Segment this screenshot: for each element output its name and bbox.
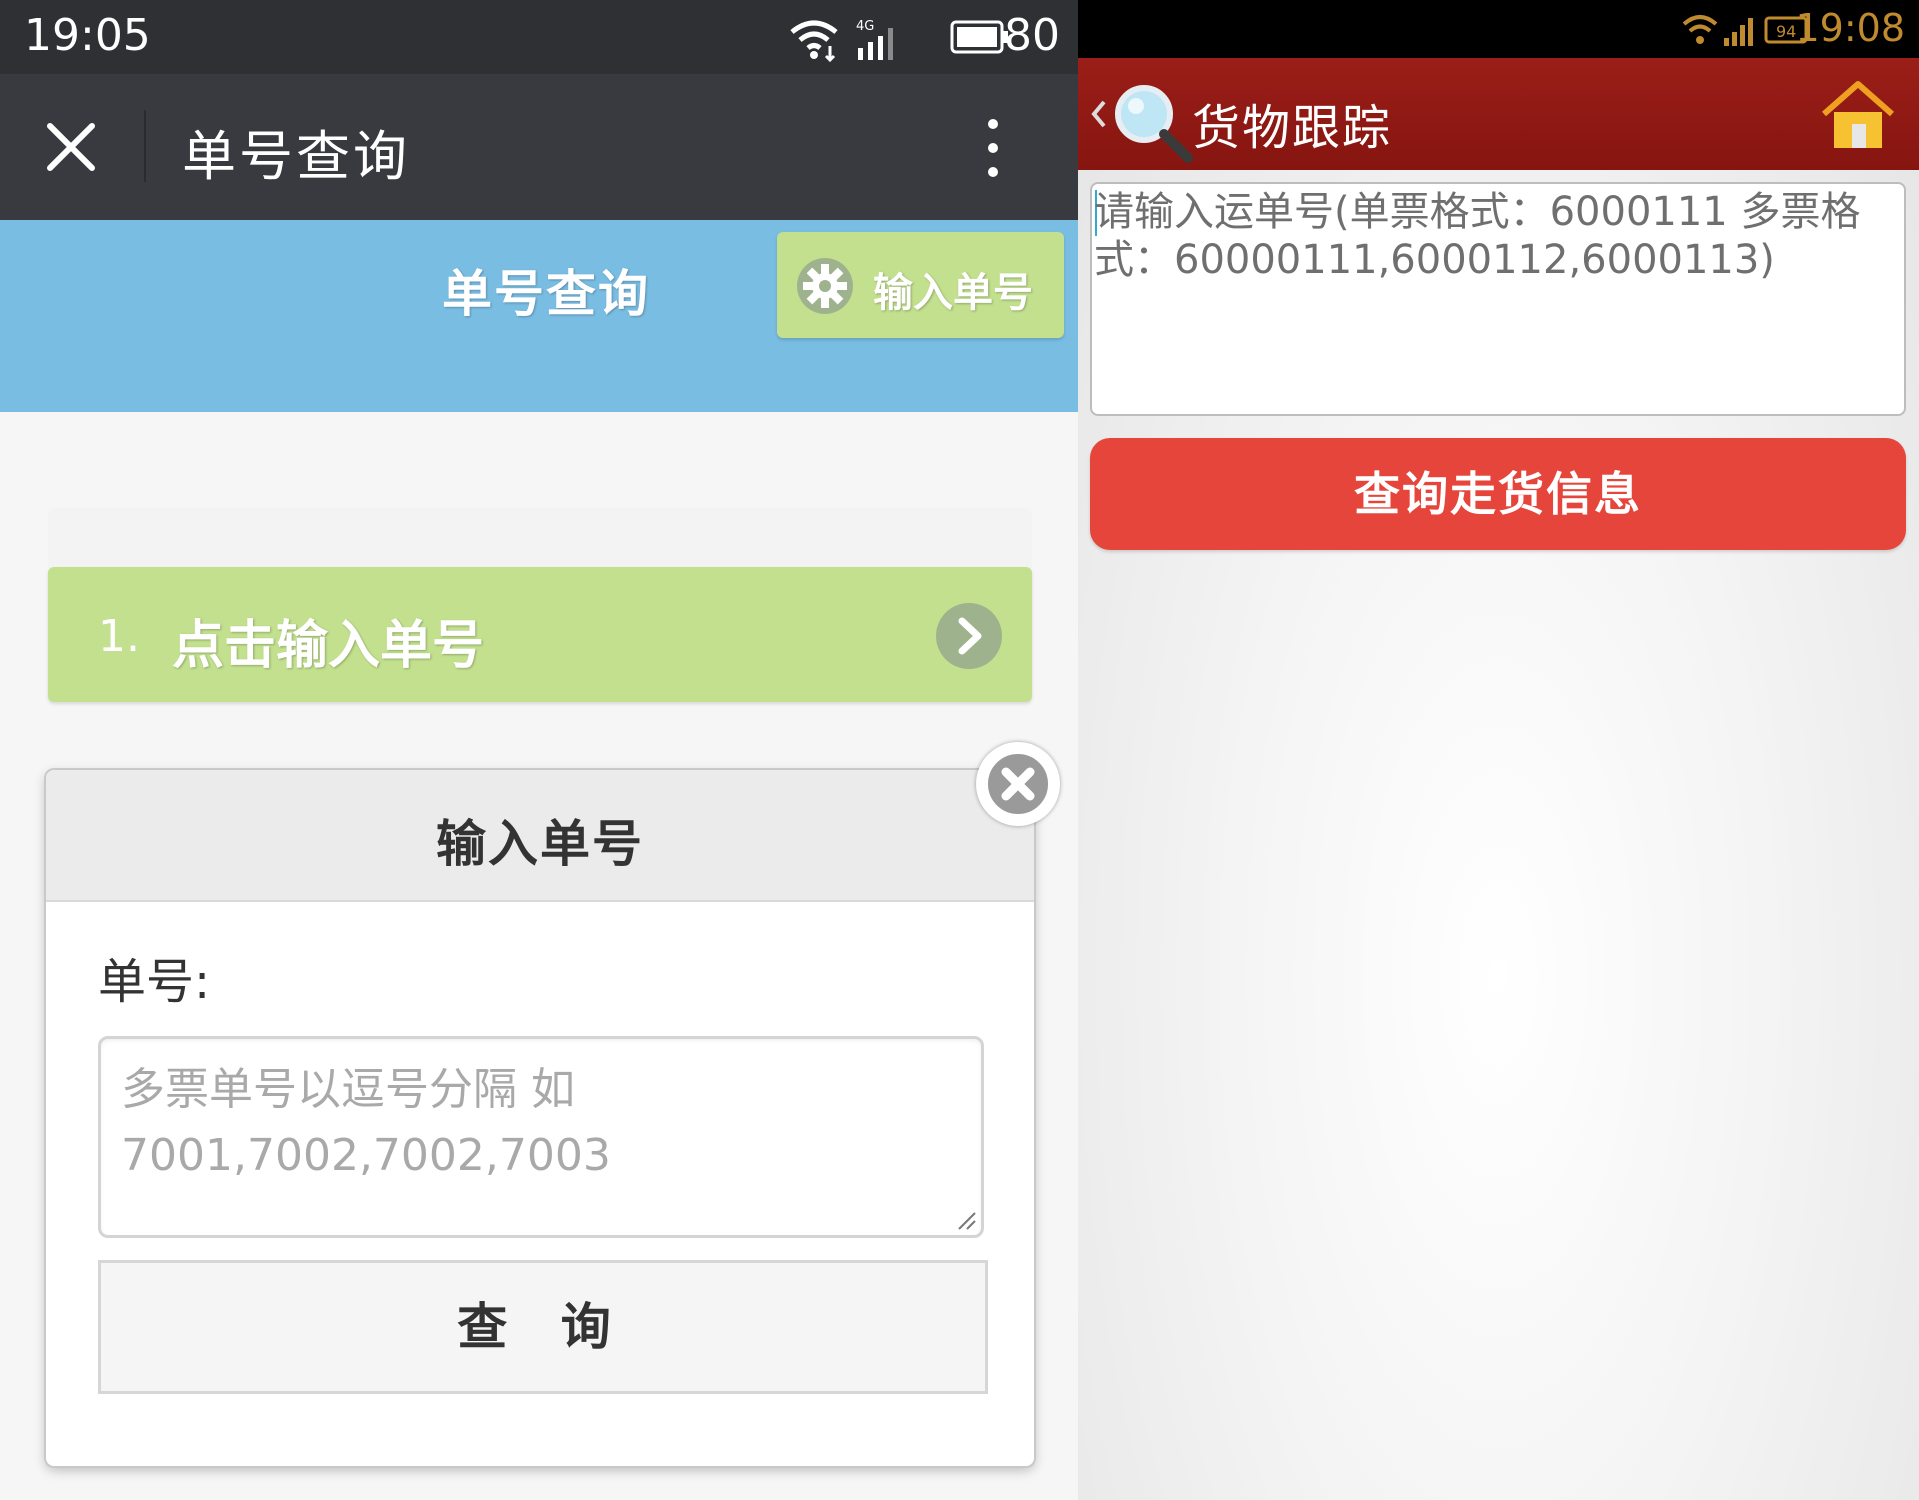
page-title: 单号查询	[182, 125, 410, 188]
status-time: 19:05	[24, 10, 151, 61]
magnifier-icon	[1104, 74, 1200, 170]
list-header	[48, 508, 1032, 568]
app-titlebar: 货物跟踪	[1078, 58, 1919, 170]
app-titlebar: 单号查询	[0, 74, 1078, 220]
query-shipment-button[interactable]: 查询走货信息	[1090, 438, 1906, 550]
chevron-right-icon	[936, 603, 1002, 669]
list-item-label: 点击输入单号	[172, 616, 485, 676]
input-number-label: 输入单号	[873, 270, 1033, 316]
list-item[interactable]: 1. 点击输入单号	[48, 567, 1032, 702]
status-time: 19:08	[1795, 6, 1905, 50]
tracking-input-placeholder: 请输入运单号(单票格式：6000111 多票格式：60000111,600011…	[1094, 189, 1861, 283]
input-number-button[interactable]: 输入单号	[777, 232, 1064, 338]
wifi-icon	[1682, 15, 1718, 44]
wifi-icon	[790, 20, 838, 63]
page-title: 货物跟踪	[1192, 100, 1393, 156]
home-icon[interactable]	[1818, 74, 1898, 154]
right-screen: 94 19:08 货物跟踪 请输入运单号(单票格式：6000111 多票格式：6…	[1078, 0, 1919, 1500]
status-bar: 19:05 4G 80	[0, 0, 1078, 74]
tracking-number-input[interactable]: 请输入运单号(单票格式：6000111 多票格式：60000111,600011…	[1090, 182, 1906, 416]
titlebar-divider	[144, 110, 146, 182]
header-title: 单号查询	[442, 265, 650, 323]
number-field-label: 单号:	[98, 954, 211, 1010]
network-type-label: 4G	[856, 19, 874, 34]
gear-icon	[795, 256, 855, 316]
close-circle-icon[interactable]	[976, 742, 1060, 826]
battery-level: 94	[1776, 22, 1796, 41]
dialog-header: 输入单号	[46, 770, 1034, 902]
list-item-number: 1.	[98, 611, 140, 662]
signal-icon	[1724, 18, 1753, 46]
number-input[interactable]: 多票单号以逗号分隔 如 7001,7002,7002,7003	[98, 1036, 984, 1238]
query-button[interactable]: 查 询	[98, 1260, 988, 1394]
close-icon[interactable]	[38, 114, 104, 180]
signal-icon: 4G	[856, 19, 893, 60]
resize-grip-icon[interactable]	[953, 1207, 977, 1231]
status-bar: 94 19:08	[1078, 0, 1919, 58]
battery-level: 80	[1004, 10, 1060, 61]
more-vertical-icon[interactable]	[986, 116, 1000, 180]
left-screen: 19:05 4G 80 单号查询 单号查询 输入单号 1. 点击输入单号 输入单…	[0, 0, 1078, 1500]
dialog-title: 输入单号	[436, 815, 644, 873]
status-icons: 4G	[790, 16, 960, 66]
number-input-placeholder: 多票单号以逗号分隔 如 7001,7002,7002,7003	[121, 1064, 611, 1181]
input-number-dialog: 输入单号 单号: 多票单号以逗号分隔 如 7001,7002,7002,7003…	[46, 770, 1034, 1466]
page-header: 单号查询 输入单号	[0, 220, 1078, 412]
battery-icon	[950, 20, 1010, 58]
